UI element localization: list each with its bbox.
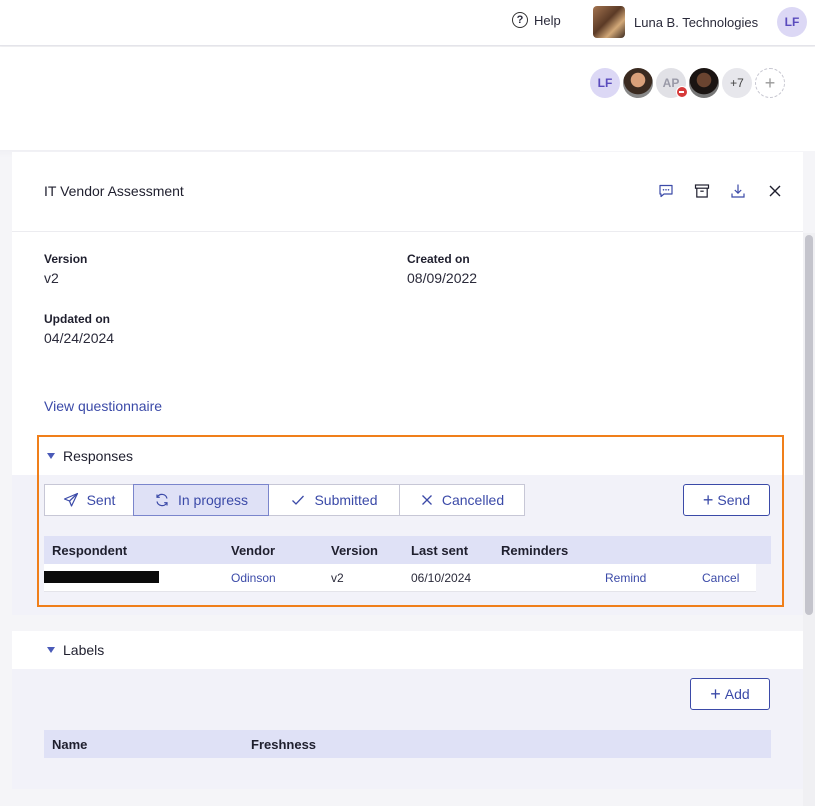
vendor-link[interactable]: Odinson — [231, 571, 276, 585]
removed-badge-icon — [676, 86, 688, 98]
updated-label: Updated on — [44, 312, 110, 326]
download-icon[interactable] — [729, 182, 747, 200]
send-button-label: Send — [717, 492, 751, 508]
add-label-button[interactable]: + Add — [690, 678, 770, 710]
refresh-icon — [156, 493, 168, 507]
add-label-button-label: Add — [724, 686, 750, 702]
labels-section-body — [12, 669, 803, 789]
labels-table-header: Name Freshness — [44, 730, 771, 758]
help-label: Help — [534, 12, 561, 28]
collaborator-avatars: LF AP +7 + — [590, 68, 788, 98]
send-button[interactable]: + Send — [683, 484, 770, 516]
plus-icon: + — [702, 490, 714, 510]
comment-icon[interactable] — [657, 182, 675, 200]
created-label: Created on — [407, 252, 470, 266]
archive-icon[interactable] — [693, 182, 711, 200]
more-collaborators-badge[interactable]: +7 — [722, 68, 752, 98]
top-bar: ? Help Luna B. Technologies LF — [0, 0, 815, 46]
last-sent-cell: 06/10/2024 — [411, 571, 472, 585]
filter-in-progress-label: In progress — [177, 492, 249, 508]
filter-submitted-label: Submitted — [314, 492, 378, 508]
section-gap — [12, 789, 803, 806]
cancel-link[interactable]: Cancel — [702, 571, 739, 585]
responses-title: Responses — [63, 448, 134, 464]
filter-cancelled[interactable]: Cancelled — [399, 484, 525, 516]
x-icon — [421, 495, 432, 505]
column-header: Freshness — [251, 737, 317, 752]
responses-section-toggle[interactable]: Responses — [12, 437, 803, 475]
caret-down-icon — [47, 453, 55, 459]
table-row: Odinson v2 06/10/2024 Remind Cancel — [44, 564, 756, 592]
filter-submitted[interactable]: Submitted — [268, 484, 400, 516]
panel-scrollbar[interactable] — [803, 233, 815, 806]
close-icon[interactable] — [766, 182, 784, 200]
user-avatar[interactable]: LF — [777, 7, 807, 37]
version-label: Version — [44, 252, 88, 266]
add-collaborator-button[interactable]: + — [755, 68, 785, 98]
updated-value: 04/24/2024 — [44, 330, 115, 346]
column-header: Respondent — [52, 543, 128, 558]
collaborator-avatar[interactable]: LF — [590, 68, 620, 98]
labels-title: Labels — [63, 642, 105, 658]
version-value: v2 — [44, 270, 59, 286]
filter-in-progress[interactable]: In progress — [133, 484, 269, 516]
send-icon — [63, 492, 78, 507]
view-questionnaire-link[interactable]: View questionnaire — [44, 398, 162, 414]
created-value: 08/09/2022 — [407, 270, 478, 286]
response-status-filter: Sent In progress Submitted Cancelled — [44, 484, 525, 516]
filter-cancelled-label: Cancelled — [441, 492, 505, 508]
scrollbar-thumb[interactable] — [805, 235, 813, 615]
redacted-respondent — [44, 571, 159, 583]
column-header: Vendor — [231, 543, 276, 558]
org-logo — [593, 6, 625, 38]
filter-sent[interactable]: Sent — [44, 484, 134, 516]
column-header: Name — [52, 737, 88, 752]
assessment-panel: IT Vendor Assessment Version v2 Created … — [12, 152, 803, 806]
org-name: Luna B. Technologies — [634, 14, 759, 30]
collaborator-avatar-photo[interactable] — [689, 68, 719, 98]
check-icon — [292, 495, 305, 505]
filter-sent-label: Sent — [86, 492, 116, 508]
column-header: Version — [331, 543, 378, 558]
collaborator-avatar-photo[interactable] — [623, 68, 653, 98]
remind-link[interactable]: Remind — [605, 571, 646, 585]
labels-section-toggle[interactable]: Labels — [12, 631, 803, 669]
version-cell: v2 — [331, 571, 344, 585]
panel-divider — [12, 231, 803, 232]
caret-down-icon — [47, 647, 55, 653]
subheader — [0, 47, 815, 151]
section-gap — [12, 615, 803, 631]
panel-title: IT Vendor Assessment — [44, 183, 184, 199]
column-header: Reminders — [501, 543, 569, 558]
org-switcher[interactable]: Luna B. Technologies — [593, 6, 758, 38]
help-button[interactable]: ? Help — [512, 12, 561, 28]
responses-table-header: Respondent Vendor Version Last sent Remi… — [44, 536, 771, 564]
collaborator-avatar[interactable]: AP — [656, 68, 688, 98]
column-header: Last sent — [411, 543, 469, 558]
question-circle-icon: ? — [512, 12, 528, 28]
plus-icon: + — [710, 684, 721, 704]
